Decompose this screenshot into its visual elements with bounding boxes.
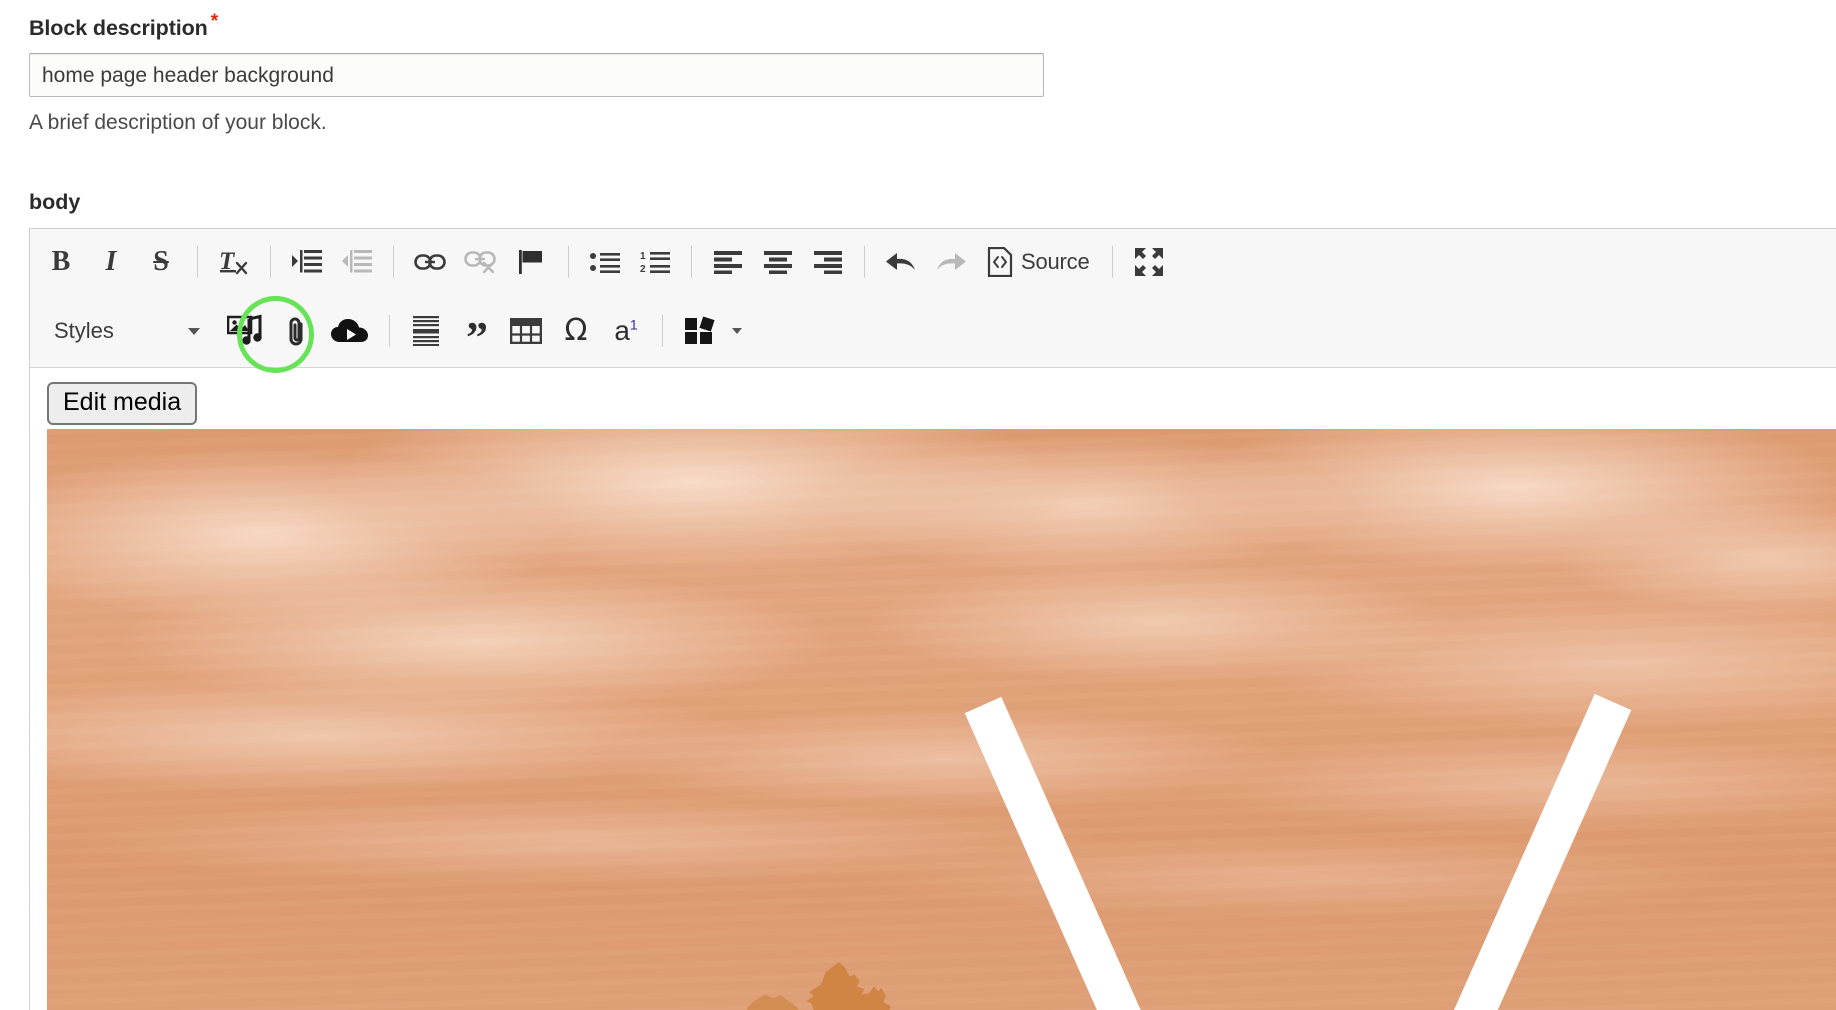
toolbar-separator	[389, 315, 390, 347]
indent-icon[interactable]	[285, 240, 329, 284]
svg-text:1: 1	[640, 251, 646, 262]
toolbar-separator	[864, 246, 865, 278]
align-right-icon[interactable]	[806, 240, 850, 284]
align-center-icon[interactable]	[756, 240, 800, 284]
edit-media-button[interactable]: Edit media	[47, 382, 198, 425]
toolbar-separator	[197, 246, 198, 278]
editor-content-area[interactable]: Edit media	[30, 368, 1836, 1010]
editor-toolbar-row-1: B I S T 1 2 Source	[30, 229, 1836, 295]
source-button-label: Source	[1021, 249, 1090, 274]
maximize-icon[interactable]	[1127, 240, 1171, 284]
bold-glyph: B	[51, 246, 71, 277]
svg-text:2: 2	[640, 264, 646, 274]
sky-background	[47, 429, 1836, 1010]
strikethrough-icon[interactable]: S	[139, 240, 183, 284]
unlink-icon[interactable]	[458, 240, 504, 284]
embedded-media-image[interactable]	[47, 429, 1836, 1010]
toolbar-separator	[270, 246, 271, 278]
bulleted-list-icon[interactable]	[583, 240, 627, 284]
styles-dropdown[interactable]: Styles	[36, 309, 212, 353]
toolbar-separator	[662, 315, 663, 347]
chevron-down-icon	[188, 327, 200, 335]
bold-icon[interactable]: B	[39, 240, 83, 284]
body-field-label: body	[29, 190, 81, 214]
special-character-icon[interactable]: Ω	[554, 309, 598, 353]
styles-dropdown-label: Styles	[54, 318, 114, 343]
page-root: Block description* A brief description o…	[0, 0, 1836, 1010]
block-description-input[interactable]	[29, 52, 1044, 97]
rich-text-editor: B I S T 1 2 Source Styles ” Ω a1 Edit me…	[29, 228, 1836, 1010]
editor-toolbar-row-2: Styles ” Ω a1	[30, 295, 1836, 367]
chevron-down-icon	[732, 328, 742, 334]
footnote-icon[interactable]: a1	[604, 309, 648, 353]
block-description-help-text: A brief description of your block.	[29, 110, 327, 134]
templates-icon[interactable]	[677, 309, 750, 353]
blockquote-icon[interactable]: ”	[454, 309, 498, 363]
redo-icon[interactable]	[929, 240, 973, 284]
outdent-icon[interactable]	[335, 240, 379, 284]
block-description-label: Block description *	[29, 12, 1044, 40]
undo-icon[interactable]	[879, 240, 923, 284]
numbered-list-icon[interactable]: 1 2	[633, 240, 677, 284]
insert-media-icon[interactable]	[221, 309, 269, 353]
block-description-label-text: Block description	[29, 16, 208, 40]
toolbar-separator	[393, 246, 394, 278]
footnote-glyph: a1	[614, 315, 638, 346]
table-icon[interactable]	[504, 309, 548, 353]
source-button[interactable]: Source	[979, 240, 1098, 284]
italic-icon[interactable]: I	[89, 240, 133, 284]
toolbar-separator	[691, 246, 692, 278]
strikethrough-glyph: S	[153, 246, 169, 277]
italic-glyph: I	[105, 246, 117, 277]
editor-toolbar: B I S T 1 2 Source Styles ” Ω a1	[30, 229, 1836, 368]
attach-file-icon[interactable]	[275, 309, 319, 353]
omega-glyph: Ω	[564, 313, 588, 348]
toolbar-separator	[1111, 246, 1113, 278]
block-description-field: Block description* A brief description o…	[29, 12, 1044, 134]
link-icon[interactable]	[408, 240, 452, 284]
insert-video-icon[interactable]	[325, 309, 375, 353]
remove-format-icon[interactable]: T	[212, 240, 256, 284]
anchor-flag-icon[interactable]	[510, 240, 554, 284]
horizontal-rule-icon[interactable]	[404, 309, 448, 353]
required-marker: *	[210, 10, 218, 32]
align-left-icon[interactable]	[706, 240, 750, 284]
blockquote-glyph: ”	[466, 313, 488, 363]
toolbar-separator	[568, 246, 569, 278]
